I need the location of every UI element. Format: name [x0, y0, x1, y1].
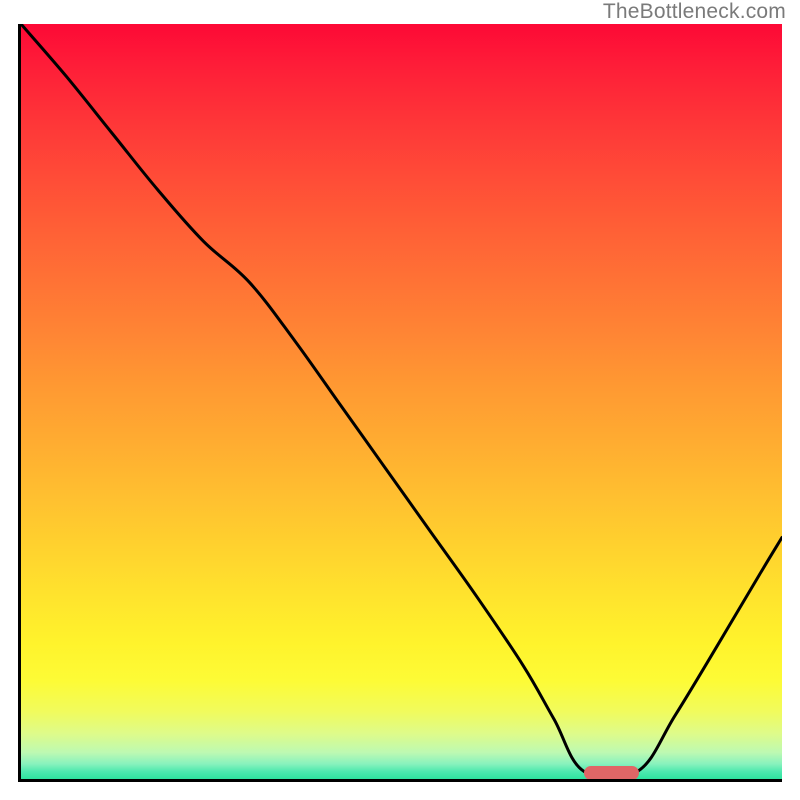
plot-area: [18, 24, 782, 782]
bottleneck-curve: [21, 24, 782, 779]
chart-canvas: TheBottleneck.com: [0, 0, 800, 800]
watermark-text: TheBottleneck.com: [603, 0, 786, 24]
optimum-marker: [584, 766, 639, 780]
